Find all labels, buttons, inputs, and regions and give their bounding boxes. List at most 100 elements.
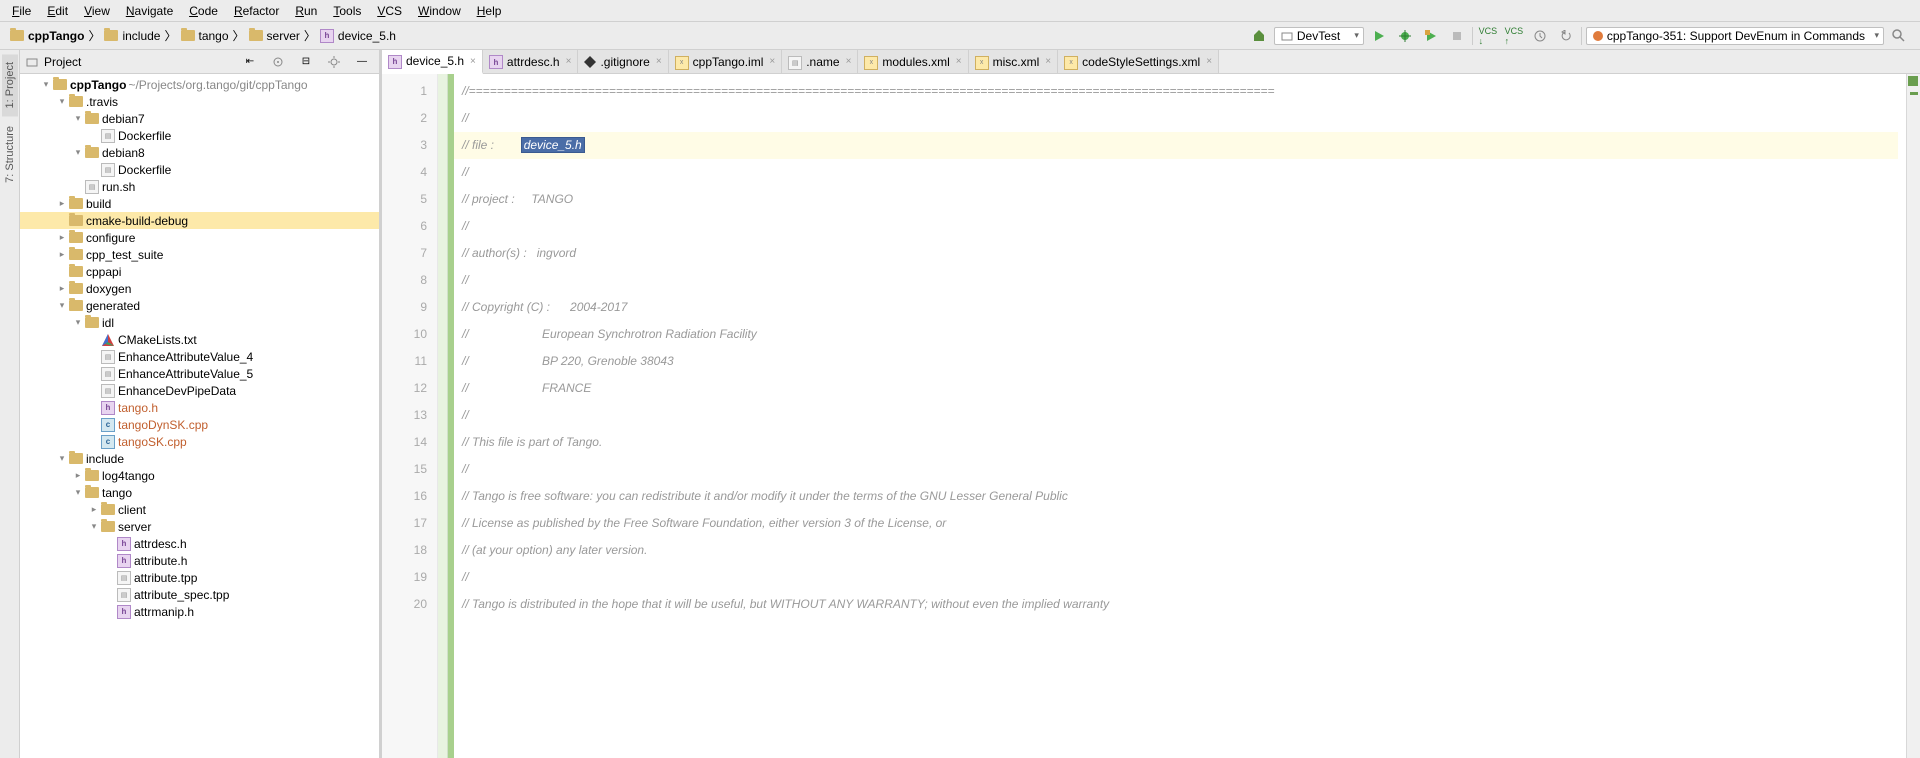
tree-item-build[interactable]: ▸build bbox=[20, 195, 379, 212]
close-icon[interactable]: × bbox=[1204, 56, 1212, 67]
close-icon[interactable]: × bbox=[954, 56, 962, 67]
tab-cppTango.iml[interactable]: xcppTango.iml× bbox=[669, 50, 783, 73]
code-line[interactable]: // License as published by the Free Soft… bbox=[462, 510, 1898, 537]
code-line[interactable]: // (at your option) any later version. bbox=[462, 537, 1898, 564]
code-line[interactable]: // FRANCE bbox=[462, 375, 1898, 402]
code-line[interactable]: // Copyright (C) : 2004-2017 bbox=[462, 294, 1898, 321]
close-icon[interactable]: × bbox=[767, 56, 775, 67]
tree-item-CMakeLists.txt[interactable]: CMakeLists.txt bbox=[20, 331, 379, 348]
line-number[interactable]: 4 bbox=[382, 159, 427, 186]
menu-code[interactable]: Code bbox=[181, 2, 226, 20]
expand-arrow[interactable]: ▸ bbox=[88, 504, 100, 515]
expand-arrow[interactable]: ▸ bbox=[72, 470, 84, 481]
code-line[interactable]: // project : TANGO bbox=[462, 186, 1898, 213]
line-number[interactable]: 16 bbox=[382, 483, 427, 510]
coverage-icon[interactable] bbox=[1420, 25, 1442, 47]
code-line[interactable]: //======================================… bbox=[462, 78, 1898, 105]
tree-item-.travis[interactable]: ▾.travis bbox=[20, 93, 379, 110]
run-icon[interactable] bbox=[1368, 25, 1390, 47]
tab-codeStyleSettings.xml[interactable]: xcodeStyleSettings.xml× bbox=[1058, 50, 1219, 73]
search-icon[interactable] bbox=[1888, 25, 1910, 47]
expand-arrow[interactable]: ▾ bbox=[56, 300, 68, 311]
project-tree[interactable]: ▾cppTango ~/Projects/org.tango/git/cppTa… bbox=[20, 74, 379, 758]
line-number[interactable]: 9 bbox=[382, 294, 427, 321]
breadcrumb-tango[interactable]: tango bbox=[177, 29, 233, 43]
tree-item-tangoSK.cpp[interactable]: ctangoSK.cpp bbox=[20, 433, 379, 450]
hide-icon[interactable]: — bbox=[351, 51, 373, 73]
close-icon[interactable]: × bbox=[1043, 56, 1051, 67]
tree-item-EnhanceDevPipeData[interactable]: ▤EnhanceDevPipeData bbox=[20, 382, 379, 399]
close-icon[interactable]: × bbox=[844, 56, 852, 67]
tab-modules.xml[interactable]: xmodules.xml× bbox=[858, 50, 968, 73]
tree-item-attrmanip.h[interactable]: hattrmanip.h bbox=[20, 603, 379, 620]
line-number[interactable]: 12 bbox=[382, 375, 427, 402]
code-line[interactable]: // author(s) : ingvord bbox=[462, 240, 1898, 267]
tree-item-run.sh[interactable]: ▤run.sh bbox=[20, 178, 379, 195]
stop-icon[interactable] bbox=[1446, 25, 1468, 47]
menu-vcs[interactable]: VCS bbox=[369, 2, 410, 20]
tree-item-client[interactable]: ▸client bbox=[20, 501, 379, 518]
breadcrumb-device_5.h[interactable]: hdevice_5.h bbox=[316, 29, 400, 43]
build-icon[interactable] bbox=[1248, 25, 1270, 47]
code-line[interactable]: // This file is part of Tango. bbox=[462, 429, 1898, 456]
debug-icon[interactable] bbox=[1394, 25, 1416, 47]
locate-icon[interactable] bbox=[267, 51, 289, 73]
tree-item-Dockerfile[interactable]: ▤Dockerfile bbox=[20, 127, 379, 144]
expand-arrow[interactable]: ▾ bbox=[56, 453, 68, 464]
expand-arrow[interactable]: ▾ bbox=[72, 113, 84, 124]
code-line[interactable]: // bbox=[462, 267, 1898, 294]
expand-arrow[interactable]: ▾ bbox=[72, 487, 84, 498]
code-line[interactable]: // bbox=[462, 105, 1898, 132]
tree-item-generated[interactable]: ▾generated bbox=[20, 297, 379, 314]
breadcrumb-server[interactable]: server bbox=[245, 29, 304, 43]
line-number[interactable]: 10 bbox=[382, 321, 427, 348]
tab-device_5.h[interactable]: hdevice_5.h× bbox=[382, 50, 483, 74]
line-number[interactable]: 11 bbox=[382, 348, 427, 375]
tree-item-cpp_test_suite[interactable]: ▸cpp_test_suite bbox=[20, 246, 379, 263]
vcs-revert-icon[interactable] bbox=[1555, 25, 1577, 47]
expand-arrow[interactable]: ▸ bbox=[56, 232, 68, 243]
line-number[interactable]: 15 bbox=[382, 456, 427, 483]
expand-arrow[interactable]: ▸ bbox=[56, 198, 68, 209]
expand-arrow[interactable]: ▸ bbox=[56, 249, 68, 260]
tab-.gitignore[interactable]: .gitignore× bbox=[578, 50, 668, 73]
line-number[interactable]: 2 bbox=[382, 105, 427, 132]
line-number[interactable]: 14 bbox=[382, 429, 427, 456]
tree-item-cppTango[interactable]: ▾cppTango ~/Projects/org.tango/git/cppTa… bbox=[20, 76, 379, 93]
breadcrumb-cppTango[interactable]: cppTango bbox=[6, 29, 88, 43]
close-icon[interactable]: × bbox=[564, 56, 572, 67]
tree-item-tangoDynSK.cpp[interactable]: ctangoDynSK.cpp bbox=[20, 416, 379, 433]
expand-arrow[interactable]: ▾ bbox=[72, 147, 84, 158]
error-stripe[interactable] bbox=[1906, 74, 1920, 758]
menu-window[interactable]: Window bbox=[410, 2, 469, 20]
menu-edit[interactable]: Edit bbox=[39, 2, 76, 20]
tree-item-tango.h[interactable]: htango.h bbox=[20, 399, 379, 416]
menu-help[interactable]: Help bbox=[469, 2, 510, 20]
code-line[interactable]: // bbox=[462, 402, 1898, 429]
tree-item-tango[interactable]: ▾tango bbox=[20, 484, 379, 501]
line-number[interactable]: 19 bbox=[382, 564, 427, 591]
line-number[interactable]: 13 bbox=[382, 402, 427, 429]
line-number[interactable]: 6 bbox=[382, 213, 427, 240]
vcs-history-icon[interactable] bbox=[1529, 25, 1551, 47]
gear-icon[interactable] bbox=[323, 51, 345, 73]
tree-item-log4tango[interactable]: ▸log4tango bbox=[20, 467, 379, 484]
tree-item-attribute_spec.tpp[interactable]: ▤attribute_spec.tpp bbox=[20, 586, 379, 603]
menu-view[interactable]: View bbox=[76, 2, 118, 20]
expand-arrow[interactable]: ▾ bbox=[88, 521, 100, 532]
sidebar-collapse-icon[interactable]: ⇤ bbox=[239, 51, 261, 73]
tab-.name[interactable]: ▤.name× bbox=[782, 50, 858, 73]
line-number[interactable]: 1 bbox=[382, 78, 427, 105]
line-number[interactable]: 17 bbox=[382, 510, 427, 537]
code-content[interactable]: //======================================… bbox=[454, 74, 1906, 758]
vcs-update-icon[interactable]: VCS↓ bbox=[1477, 25, 1499, 47]
menu-file[interactable]: File bbox=[4, 2, 39, 20]
tree-item-configure[interactable]: ▸configure bbox=[20, 229, 379, 246]
expand-arrow[interactable]: ▾ bbox=[40, 79, 52, 90]
tree-item-include[interactable]: ▾include bbox=[20, 450, 379, 467]
menu-tools[interactable]: Tools bbox=[325, 2, 369, 20]
tree-item-attribute.h[interactable]: hattribute.h bbox=[20, 552, 379, 569]
line-number[interactable]: 5 bbox=[382, 186, 427, 213]
project-tool-tab[interactable]: 1: Project bbox=[2, 54, 18, 116]
expand-arrow[interactable]: ▾ bbox=[72, 317, 84, 328]
